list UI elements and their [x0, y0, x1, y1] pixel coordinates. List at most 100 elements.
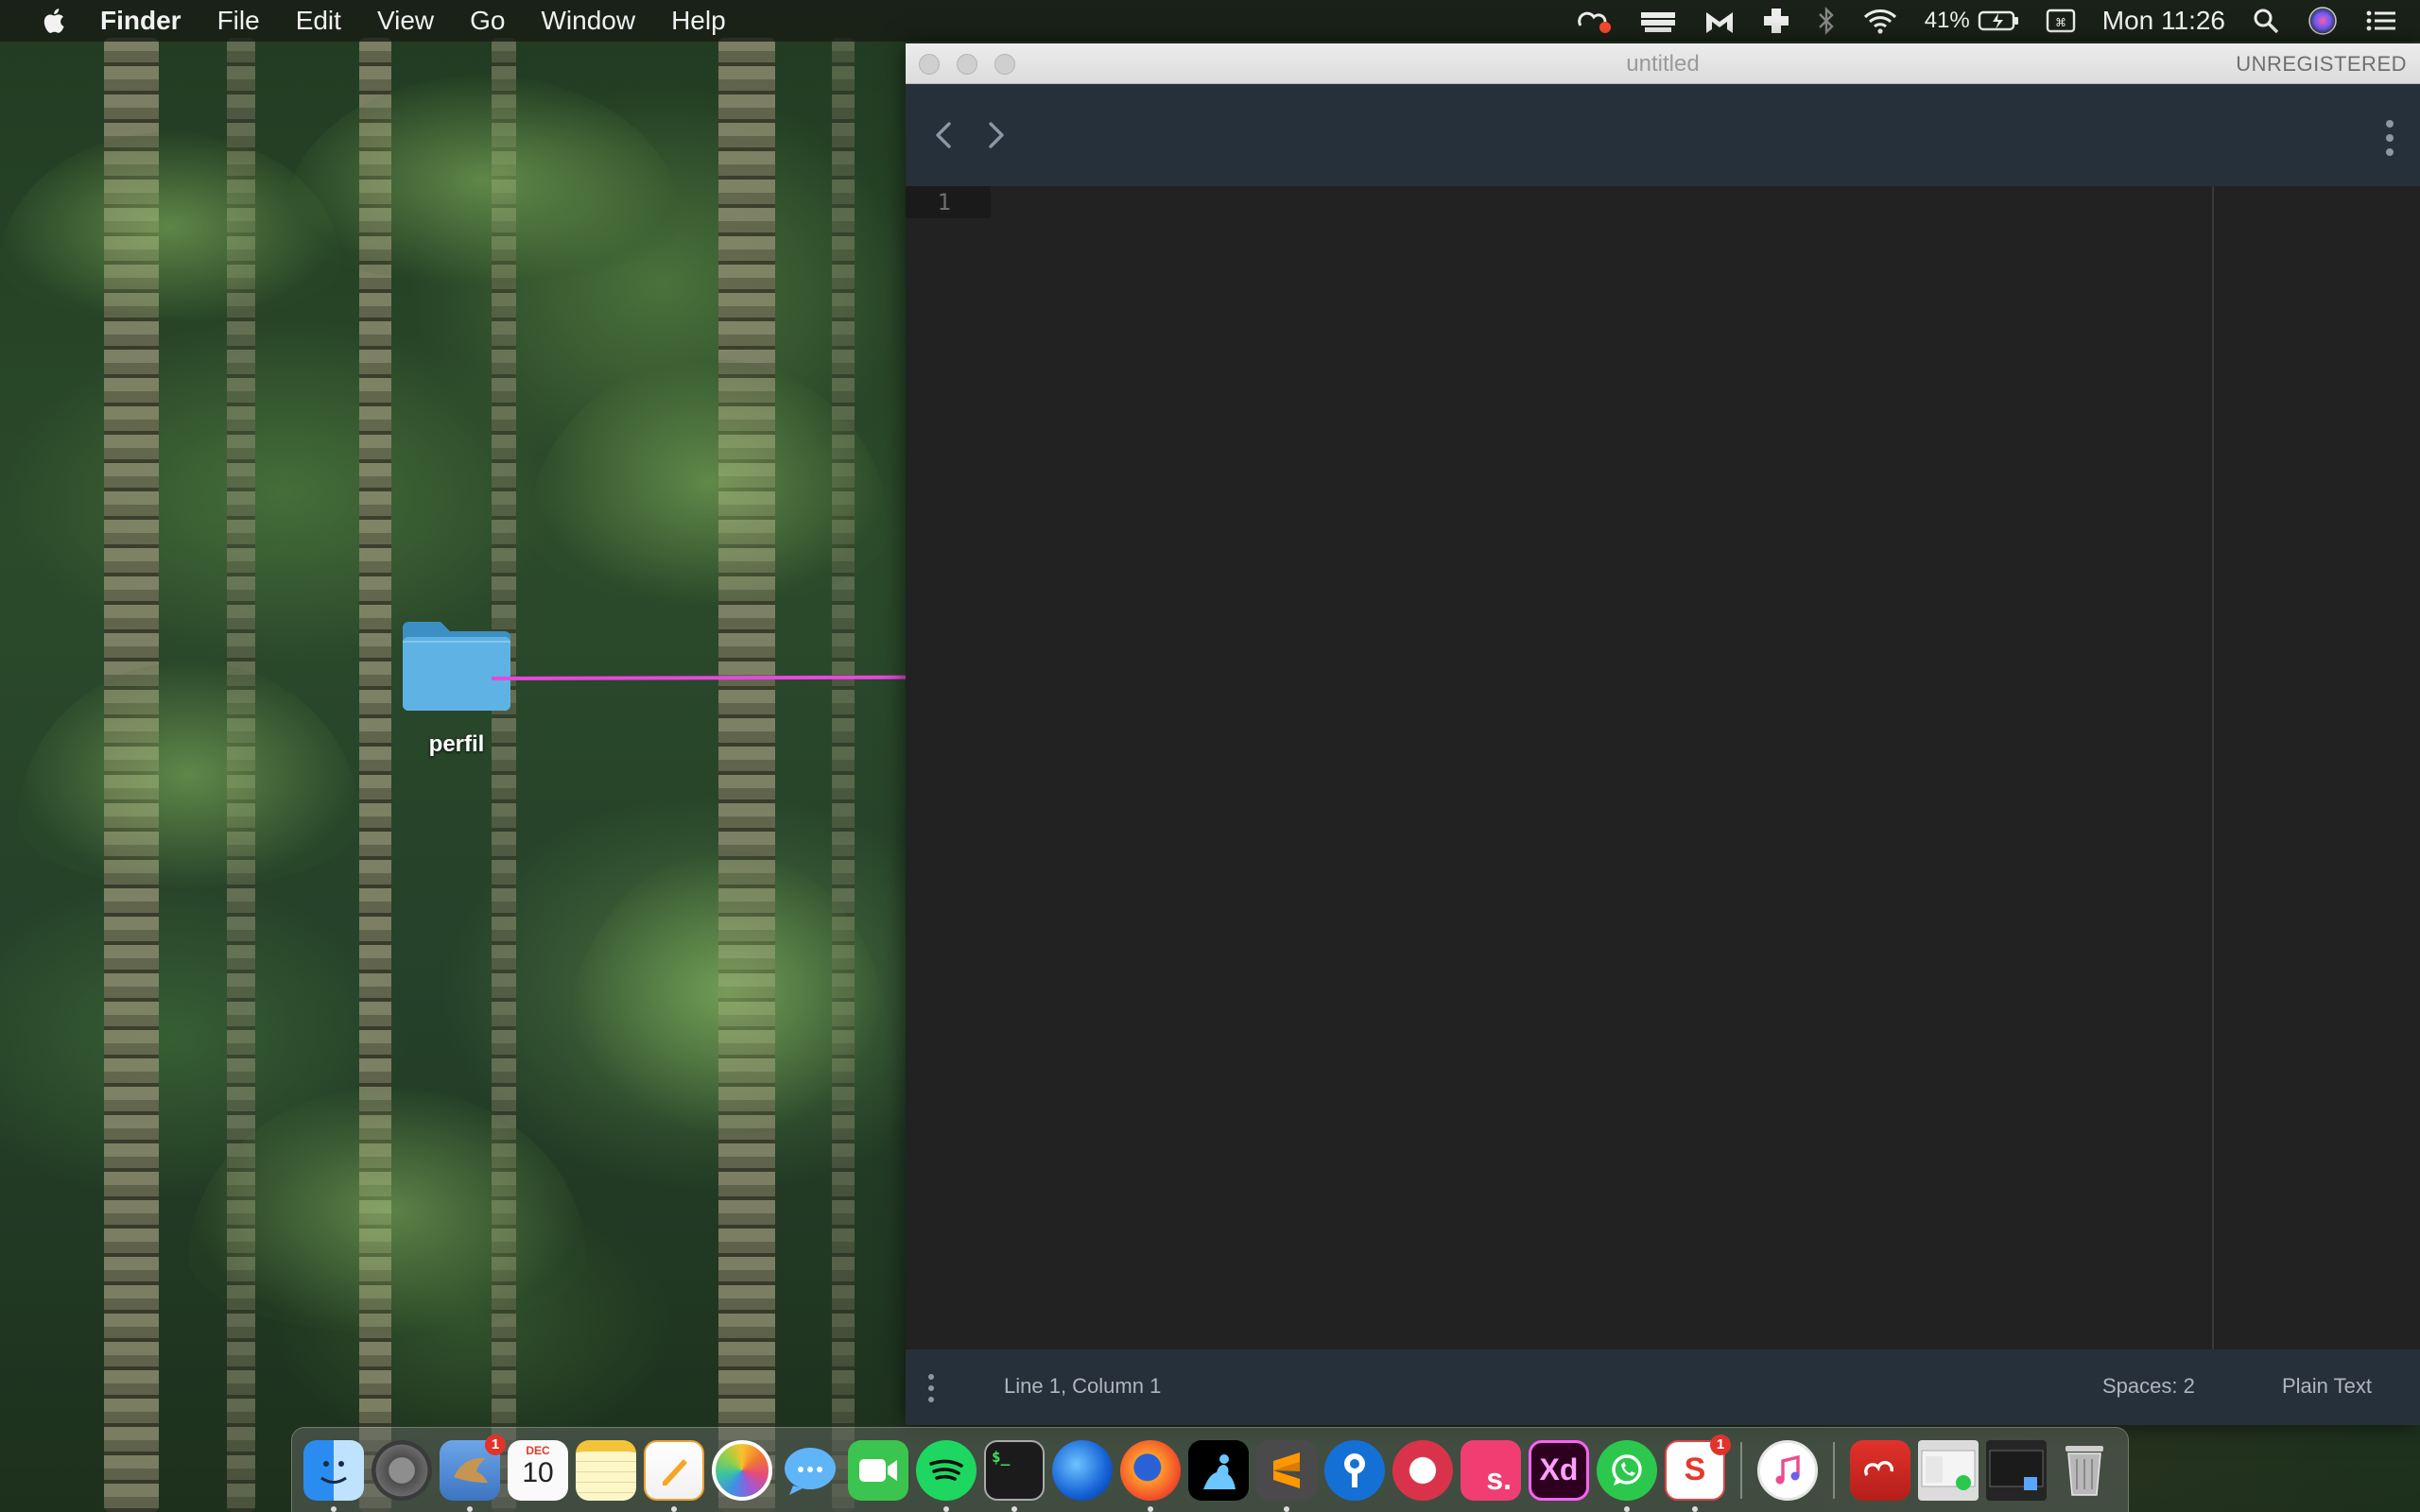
dock-slides[interactable]: S 1: [1665, 1434, 1731, 1512]
palm-trunk: [832, 38, 855, 1512]
pages-icon: [644, 1439, 704, 1501]
folder-icon[interactable]: [399, 614, 514, 713]
facetime-icon: [848, 1439, 908, 1501]
menu-go[interactable]: Go: [470, 6, 505, 36]
adobe-xd-icon: Xd: [1529, 1439, 1589, 1501]
line-number-gutter: 1: [906, 186, 991, 218]
chevron-right-icon[interactable]: [981, 118, 1010, 152]
running-indicator: [1692, 1505, 1698, 1512]
dock-kindle[interactable]: [1188, 1439, 1249, 1501]
firefox-developer-icon: [1052, 1439, 1113, 1501]
keyboard-shortcut-icon[interactable]: ⌘: [2046, 7, 2076, 35]
running-indicator: [331, 1505, 337, 1512]
whatsapp-icon: [1597, 1439, 1657, 1501]
dock-firefox[interactable]: [1120, 1439, 1181, 1512]
dock-spotify[interactable]: [916, 1439, 977, 1512]
dock-creative-cloud-folder[interactable]: [1850, 1439, 1910, 1501]
cursor-position: Line 1, Column 1: [1004, 1374, 1162, 1398]
spotlight-search-icon[interactable]: [2252, 7, 2280, 35]
dock-pages[interactable]: [644, 1439, 704, 1512]
apple-menu-icon[interactable]: [40, 7, 66, 35]
calendar-icon: DEC 10: [508, 1439, 568, 1501]
syntax-selector[interactable]: Plain Text: [2282, 1374, 2372, 1399]
indentation-setting[interactable]: Spaces: 2: [2102, 1374, 2195, 1399]
editor-window: untitled UNREGISTERED 1 Line 1, Column 1…: [906, 43, 2420, 1425]
window-titlebar[interactable]: untitled UNREGISTERED: [906, 43, 2420, 84]
dock-whatsapp[interactable]: [1597, 1439, 1657, 1512]
dock-notes[interactable]: [576, 1439, 636, 1501]
photos-icon: [712, 1439, 772, 1501]
creative-cloud-status-icon[interactable]: [1575, 7, 1613, 35]
clock[interactable]: Mon 11:26: [2102, 6, 2225, 36]
dock-sublime-text[interactable]: [1256, 1439, 1317, 1512]
dock-mail-bird[interactable]: 1: [440, 1434, 506, 1512]
stack-status-icon[interactable]: [1639, 7, 1677, 35]
taskheat-icon: [1392, 1439, 1453, 1501]
siri-icon[interactable]: [2307, 5, 2339, 37]
bluetooth-icon[interactable]: [1817, 7, 1836, 35]
text-editor-area[interactable]: 1: [906, 186, 2420, 1349]
terminal-icon: $_: [984, 1439, 1045, 1501]
spotify-icon: [916, 1439, 977, 1501]
dock-trash[interactable]: [2054, 1440, 2115, 1501]
status-bar: Line 1, Column 1 Spaces: 2 Plain Text: [906, 1349, 2420, 1425]
dock-sourcetree[interactable]: [1324, 1439, 1385, 1501]
dock-adobe-xd[interactable]: Xd: [1529, 1439, 1589, 1501]
dock-firefox-developer[interactable]: [1052, 1439, 1113, 1501]
running-indicator: [1284, 1505, 1289, 1512]
dock-itunes[interactable]: [1757, 1439, 1818, 1501]
notification-center-icon[interactable]: [2365, 7, 2397, 35]
messages-icon: [780, 1440, 840, 1501]
palm-frond: [284, 76, 681, 284]
battery-percent[interactable]: 41%: [1925, 8, 1970, 34]
dock-system-preferences[interactable]: [372, 1439, 432, 1501]
running-indicator: [1624, 1505, 1630, 1512]
kindle-icon: [1188, 1439, 1249, 1501]
menu-window[interactable]: Window: [541, 6, 635, 36]
dock-scribd[interactable]: s.: [1461, 1439, 1521, 1501]
dock-messages[interactable]: [780, 1440, 840, 1501]
status-menu-area: 41% ⌘ Mon 11:26: [1548, 0, 2397, 42]
menu-edit[interactable]: Edit: [296, 6, 341, 36]
chevron-left-icon[interactable]: [930, 118, 959, 152]
svg-text:⌘: ⌘: [2055, 16, 2066, 29]
menu-help[interactable]: Help: [671, 6, 726, 36]
running-indicator: [1011, 1505, 1017, 1512]
notification-badge: 1: [1710, 1434, 1731, 1455]
calendar-month: DEC: [526, 1443, 550, 1457]
dock-finder[interactable]: [303, 1439, 364, 1512]
plus-medical-icon[interactable]: [1762, 7, 1790, 35]
dock-terminal[interactable]: $_: [984, 1439, 1045, 1512]
dock-calendar[interactable]: DEC 10: [508, 1439, 568, 1501]
malwarebytes-icon[interactable]: [1703, 7, 1736, 35]
system-preferences-icon: [372, 1439, 432, 1501]
dock-photos[interactable]: [712, 1439, 772, 1501]
sourcetree-icon: [1324, 1439, 1385, 1501]
dock-separator: [1740, 1441, 1742, 1499]
whatsapp-window-icon: [1918, 1439, 1979, 1501]
dock-terminal-window[interactable]: [1986, 1439, 2047, 1501]
dock-taskheat[interactable]: [1392, 1439, 1453, 1501]
dock: 1 DEC 10 $_ s. Xd S 1: [291, 1427, 2129, 1512]
firefox-icon: [1120, 1439, 1181, 1501]
finder-icon: [303, 1439, 364, 1501]
license-status: UNREGISTERED: [2236, 52, 2407, 76]
window-title: untitled: [1626, 51, 1700, 77]
desktop-folder[interactable]: perfil: [395, 614, 518, 758]
menu-view[interactable]: View: [377, 6, 434, 36]
wifi-icon[interactable]: [1862, 7, 1898, 35]
creative-cloud-folder-icon: [1850, 1439, 1910, 1501]
running-indicator: [671, 1505, 677, 1512]
trash-icon: [2054, 1440, 2115, 1501]
menu-file[interactable]: File: [217, 6, 260, 36]
menu-app-finder[interactable]: Finder: [100, 6, 182, 36]
more-options-icon[interactable]: [2384, 118, 2395, 158]
tab-bar: [906, 84, 2420, 186]
sublime-text-icon: [1256, 1439, 1317, 1501]
dock-whatsapp-window[interactable]: [1918, 1439, 1979, 1501]
dock-facetime[interactable]: [848, 1439, 908, 1501]
battery-charging-icon[interactable]: [1978, 7, 2019, 35]
status-bar-menu-icon[interactable]: [926, 1372, 936, 1404]
palm-frond: [19, 662, 359, 888]
notes-icon: [576, 1439, 636, 1501]
